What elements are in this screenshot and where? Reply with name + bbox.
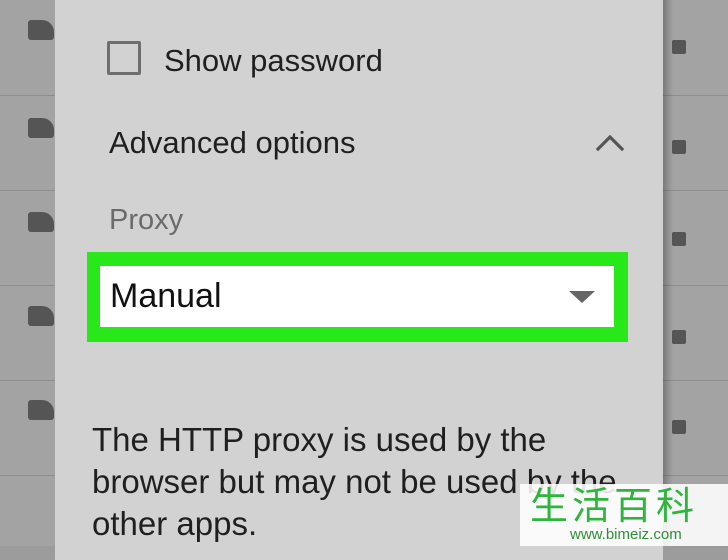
proxy-label: Proxy — [109, 204, 184, 236]
lock-icon — [672, 40, 686, 54]
caret-down-icon — [569, 291, 595, 303]
lock-icon — [672, 330, 686, 344]
chevron-up-icon[interactable] — [595, 129, 625, 155]
watermark-title: 生活百科 — [530, 484, 699, 528]
watermark-url: www.bimeiz.com — [570, 526, 682, 543]
wifi-icon — [28, 212, 54, 232]
lock-icon — [672, 420, 686, 434]
proxy-dropdown-value: Manual — [110, 277, 222, 315]
watermark: 生活百科 www.bimeiz.com — [520, 484, 728, 546]
show-password-checkbox[interactable] — [107, 41, 141, 75]
proxy-dropdown[interactable]: Manual — [100, 266, 614, 327]
wifi-icon — [28, 306, 54, 326]
wifi-icon — [28, 20, 54, 40]
lock-icon — [672, 140, 686, 154]
wifi-icon — [28, 400, 54, 420]
dialog-shadow — [663, 0, 673, 546]
lock-icon — [672, 232, 686, 246]
wifi-icon — [28, 118, 54, 138]
show-password-label[interactable]: Show password — [164, 42, 383, 80]
advanced-options-label[interactable]: Advanced options — [109, 124, 355, 162]
